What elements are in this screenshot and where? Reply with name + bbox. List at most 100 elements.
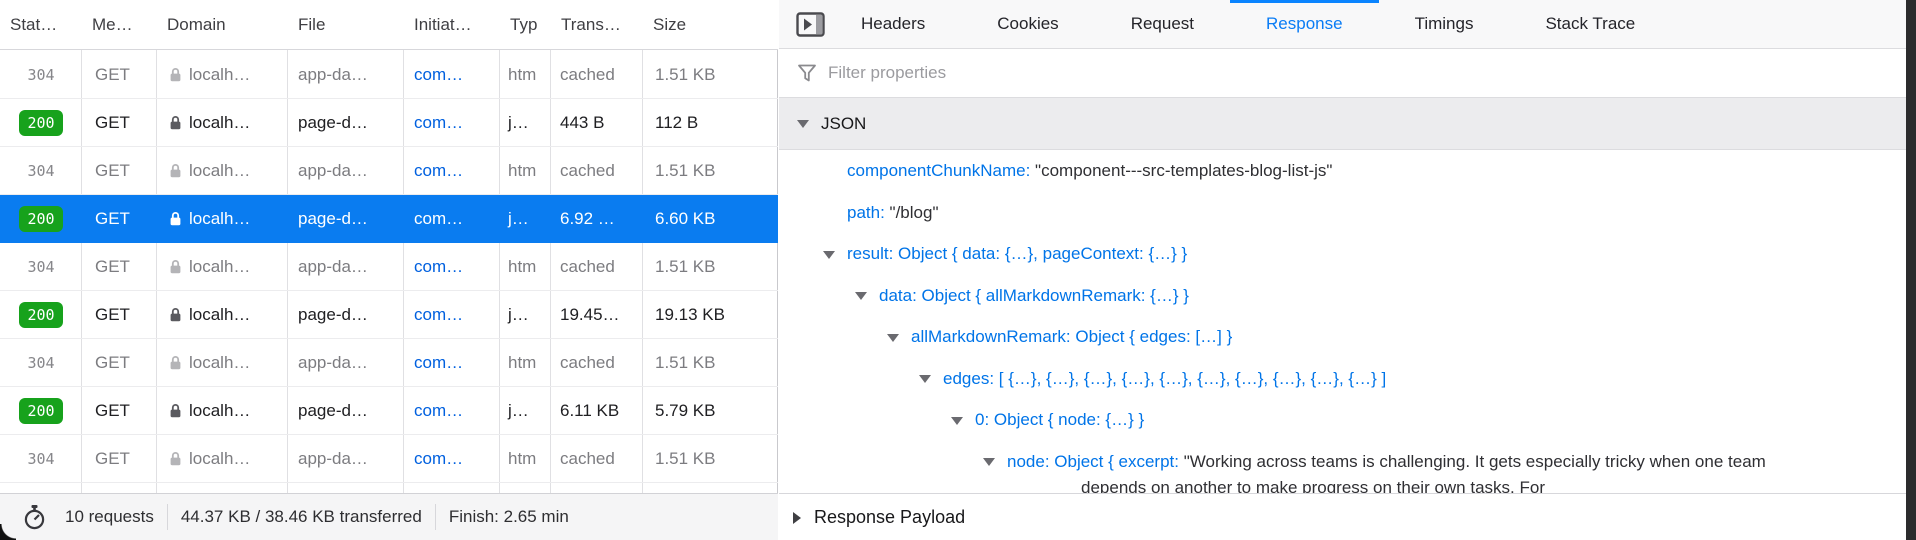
response-payload-label: Response Payload — [814, 507, 965, 528]
response-payload-section[interactable]: Response Payload — [779, 493, 1916, 540]
json-key: node: — [1007, 452, 1054, 471]
window-edge-strip — [1906, 0, 1916, 540]
initiator-link[interactable]: com… — [414, 209, 463, 229]
cell-size: 6.60 KB — [643, 209, 778, 229]
expand-arrow-icon[interactable] — [823, 233, 847, 275]
network-request-row[interactable]: 304GET localh…app-da…com…htmcached1.51 K… — [0, 339, 778, 387]
initiator-link[interactable]: com… — [414, 449, 463, 469]
cell-transferred: 19.45… — [551, 305, 643, 325]
json-tree-row-node[interactable]: node: Object { excerpt: "Working across … — [779, 441, 1916, 494]
initiator-link[interactable]: com… — [414, 401, 463, 421]
network-request-row[interactable]: 304GET localh…app-da…com…htmcached1.51 K… — [0, 435, 778, 483]
column-header-method[interactable]: Me… — [82, 0, 157, 50]
json-tree-row-edges[interactable]: edges: [ {…}, {…}, {…}, {…}, {…}, {…}, {… — [779, 358, 1916, 400]
initiator-link[interactable]: com… — [414, 305, 463, 325]
lock-icon — [169, 307, 182, 323]
filter-properties-input[interactable] — [826, 62, 1916, 84]
expand-arrow-icon[interactable] — [793, 507, 801, 528]
lock-icon — [169, 355, 182, 371]
network-request-row[interactable]: 304GET localh…app-da…com…htmcached1.51 K… — [0, 147, 778, 195]
network-table-header: Stat…Me…DomainFileInitiat…TypTrans…Size — [0, 0, 778, 50]
initiator-link[interactable]: com… — [414, 113, 463, 133]
cell-file: app-da… — [288, 161, 404, 181]
json-string-value: "Working across teams is challenging. It… — [1081, 452, 1766, 494]
network-status-bar: 10 requests 44.37 KB / 38.46 KB transfer… — [0, 493, 778, 540]
cell-domain: localh… — [157, 353, 288, 373]
cell-method: GET — [82, 449, 157, 469]
initiator-link[interactable]: com… — [414, 257, 463, 277]
tab-response[interactable]: Response — [1230, 0, 1379, 48]
column-header-type[interactable]: Typ — [500, 0, 551, 50]
json-section-header[interactable]: JSON — [779, 98, 1916, 150]
json-tree-row-data[interactable]: data: Object { allMarkdownRemark: {…} } — [779, 275, 1916, 317]
initiator-link[interactable]: com… — [414, 353, 463, 373]
lock-icon — [169, 67, 182, 83]
expand-arrow-icon[interactable] — [919, 358, 943, 400]
column-header-domain[interactable]: Domain — [157, 0, 288, 50]
json-key: edges: — [943, 369, 999, 388]
cell-domain: localh… — [157, 305, 288, 325]
split-pane-toggle-button[interactable] — [795, 0, 825, 48]
tab-headers[interactable]: Headers — [825, 0, 961, 48]
cell-file: app-da… — [288, 65, 404, 85]
tab-request[interactable]: Request — [1095, 0, 1230, 48]
cell-type: htm — [500, 161, 551, 181]
lock-icon — [169, 211, 182, 227]
cell-initiator: com… — [404, 401, 500, 421]
json-tree-row-path[interactable]: path: "/blog" — [779, 192, 1916, 234]
details-tab-bar: HeadersCookiesRequestResponseTimingsStac… — [779, 0, 1916, 49]
cell-domain: localh… — [157, 209, 288, 229]
tab-cookies[interactable]: Cookies — [961, 0, 1094, 48]
network-request-row[interactable]: 200GET localh…page-d…com…j…443 B112 B — [0, 99, 778, 147]
cell-method: GET — [82, 401, 157, 421]
json-tree-row-componentChunkName[interactable]: componentChunkName: "component---src-tem… — [779, 150, 1916, 192]
column-header-status[interactable]: Stat… — [0, 0, 82, 50]
json-preview: Object { node: {…} } — [994, 410, 1144, 429]
tab-timings[interactable]: Timings — [1379, 0, 1510, 48]
network-request-list: 304GET localh…app-da…com…htmcached1.51 K… — [0, 51, 778, 483]
network-request-row[interactable]: 200GET localh…page-d…com…j…19.45…19.13 K… — [0, 291, 778, 339]
cell-size: 19.13 KB — [643, 305, 778, 325]
json-key: 0: — [975, 410, 994, 429]
tab-stack-trace[interactable]: Stack Trace — [1509, 0, 1671, 48]
json-tree-row-0[interactable]: 0: Object { node: {…} } — [779, 399, 1916, 441]
json-value: "/blog" — [890, 203, 939, 222]
cell-transferred: 6.92 … — [551, 209, 643, 229]
network-request-panel: Stat…Me…DomainFileInitiat…TypTrans…Size … — [0, 0, 778, 540]
column-header-file[interactable]: File — [288, 0, 404, 50]
json-tree-row-allMarkdownRemark[interactable]: allMarkdownRemark: Object { edges: […] } — [779, 316, 1916, 358]
json-key: data: — [879, 286, 922, 305]
filter-icon — [797, 63, 817, 83]
json-property-tree: componentChunkName: "component---src-tem… — [779, 150, 1916, 493]
cell-type: j… — [500, 305, 551, 325]
toolbar-divider — [435, 504, 436, 530]
expand-arrow-icon[interactable] — [951, 399, 975, 441]
json-key: allMarkdownRemark: — [911, 327, 1075, 346]
network-request-row[interactable]: 304GET localh…app-da…com…htmcached1.51 K… — [0, 243, 778, 291]
network-request-row[interactable]: 304GET localh…app-da…com…htmcached1.51 K… — [0, 51, 778, 99]
json-key: result: — [847, 244, 898, 263]
lock-icon — [169, 451, 182, 467]
cell-size: 1.51 KB — [643, 257, 778, 277]
initiator-link[interactable]: com… — [414, 161, 463, 181]
column-header-transferred[interactable]: Trans… — [551, 0, 643, 50]
network-request-row[interactable]: 200GET localh…page-d…com…j…6.11 KB5.79 K… — [0, 387, 778, 435]
initiator-link[interactable]: com… — [414, 65, 463, 85]
column-header-size[interactable]: Size — [643, 0, 778, 50]
toolbar-divider — [167, 504, 168, 530]
column-header-initiator[interactable]: Initiat… — [404, 0, 500, 50]
collapse-arrow-icon[interactable] — [797, 114, 809, 134]
performance-analysis-button[interactable] — [22, 504, 47, 531]
cell-type: htm — [500, 257, 551, 277]
lock-icon — [169, 163, 182, 179]
json-tree-row-result[interactable]: result: Object { data: {…}, pageContext:… — [779, 233, 1916, 275]
cell-domain: localh… — [157, 161, 288, 181]
json-preview: Object { edges: […] } — [1075, 327, 1232, 346]
cell-initiator: com… — [404, 353, 500, 373]
expand-arrow-icon[interactable] — [887, 316, 911, 358]
network-request-row[interactable]: 200GET localh…page-d…com…j…6.92 …6.60 KB — [0, 195, 778, 243]
expand-arrow-icon[interactable] — [983, 449, 1007, 475]
status-code: 304 — [27, 66, 54, 84]
lock-icon — [169, 259, 182, 275]
expand-arrow-icon[interactable] — [855, 275, 879, 317]
